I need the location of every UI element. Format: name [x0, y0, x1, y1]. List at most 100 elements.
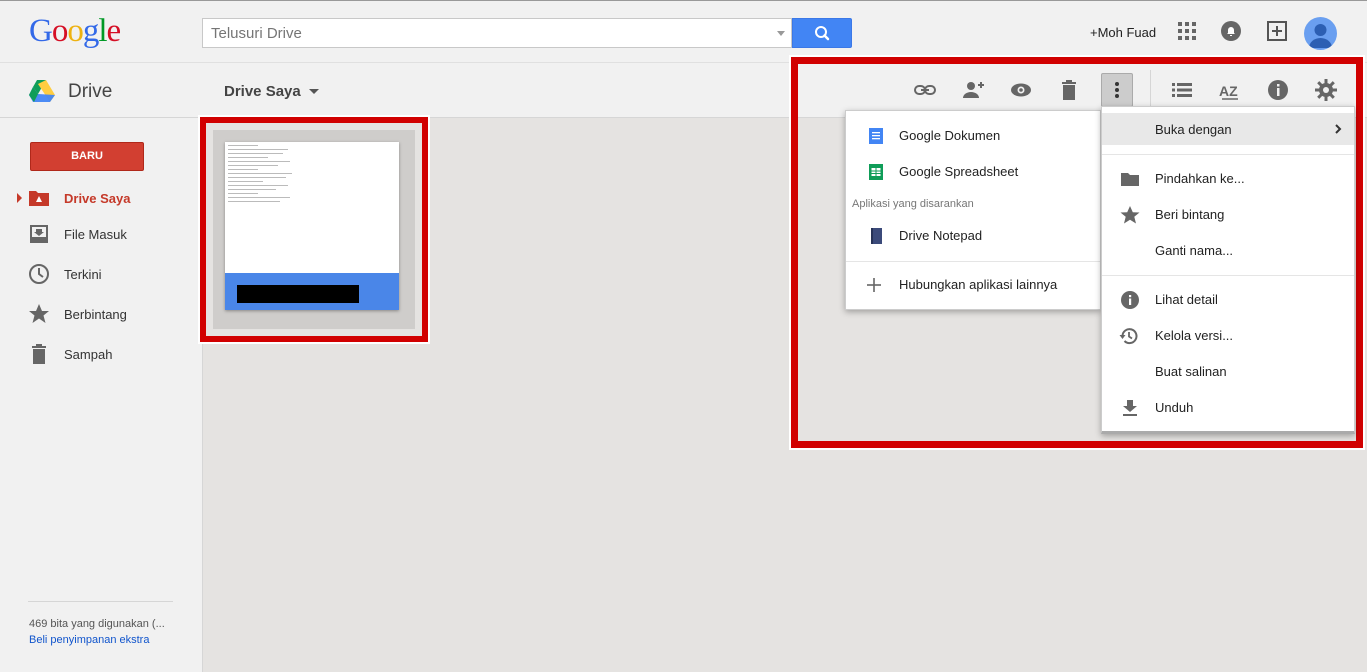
toolbar-divider [1150, 70, 1151, 110]
sidebar-item-label: Terkini [64, 267, 102, 282]
menu-item-label: Kelola versi... [1155, 328, 1234, 343]
menu-item-label: Pindahkan ke... [1155, 171, 1245, 186]
menu-item-view-details[interactable]: Lihat detail [1102, 283, 1354, 315]
search-box [202, 18, 792, 48]
menu-item-label: Google Dokumen [899, 128, 1001, 143]
notepad-icon [871, 228, 882, 244]
divider [28, 601, 173, 602]
file-tile[interactable] [213, 130, 415, 329]
list-view-icon[interactable] [1170, 78, 1194, 102]
menu-item-connect-apps[interactable]: Hubungkan aplikasi lainnya [846, 268, 1100, 300]
menu-item-label: Buka dengan [1155, 122, 1232, 137]
menu-divider [1102, 275, 1354, 276]
menu-item-drive-notepad[interactable]: Drive Notepad [846, 219, 1100, 251]
menu-item-label: Unduh [1155, 400, 1194, 415]
sidebar: BARU Drive Saya File Masuk Terkini Berbi… [0, 118, 203, 672]
logo-letter: e [106, 13, 122, 49]
active-indicator-icon [17, 193, 22, 203]
my-drive-icon [29, 191, 49, 206]
menu-item-label: Beri bintang [1155, 207, 1225, 222]
clock-icon [29, 264, 49, 284]
top-header: Google +Moh Fuad [0, 0, 1367, 62]
folder-icon [1121, 173, 1139, 186]
google-logo[interactable]: Google [29, 13, 122, 50]
menu-item-rename[interactable]: Ganti nama... [1102, 234, 1354, 266]
chevron-down-icon[interactable] [309, 89, 319, 94]
menu-item-label: Lihat detail [1155, 292, 1218, 307]
menu-item-label: Google Spreadsheet [899, 164, 1019, 179]
menu-item-open-with[interactable]: Buka dengan [1102, 113, 1354, 145]
menu-item-star[interactable]: Beri bintang [1102, 198, 1354, 230]
menu-item-make-copy[interactable]: Buat salinan [1102, 355, 1354, 387]
sidebar-item-my-drive[interactable]: Drive Saya [0, 183, 203, 213]
sidebar-item-label: Berbintang [64, 307, 127, 322]
menu-divider [846, 261, 1100, 262]
search-button[interactable] [792, 18, 852, 48]
add-person-icon[interactable] [961, 78, 985, 102]
more-actions-button[interactable] [1101, 73, 1133, 107]
menu-item-label: Ganti nama... [1155, 243, 1234, 258]
sidebar-item-incoming[interactable]: File Masuk [0, 219, 203, 249]
file-thumbnail [225, 142, 399, 310]
more-vert-icon [1115, 82, 1119, 98]
user-silhouette-icon [1309, 24, 1332, 48]
storage-usage-text: 469 bita yang digunakan (... [29, 618, 165, 630]
trash-icon [32, 344, 46, 364]
logo-letter: G [29, 13, 53, 49]
file-tile-highlight [198, 115, 430, 344]
menu-item-download[interactable]: Unduh [1102, 391, 1354, 423]
avatar[interactable] [1304, 17, 1337, 50]
menu-item-label: Drive Notepad [899, 228, 983, 243]
google-sheets-icon [869, 164, 883, 180]
thumbnail-text-lines [228, 145, 298, 205]
menu-item-manage-versions[interactable]: Kelola versi... [1102, 319, 1354, 351]
sort-az-icon[interactable]: AZ [1218, 78, 1242, 102]
apps-grid-icon[interactable] [1175, 19, 1199, 43]
link-icon[interactable] [913, 78, 937, 102]
app-title: Drive [68, 81, 113, 102]
file-name-bar [225, 273, 399, 310]
menu-divider [1102, 154, 1354, 155]
info-icon[interactable] [1266, 78, 1290, 102]
sidebar-item-trash[interactable]: Sampah [0, 339, 203, 369]
incoming-icon [30, 225, 48, 243]
suggested-apps-heading: Aplikasi yang disarankan [852, 198, 974, 210]
drive-logo-icon[interactable] [29, 80, 55, 102]
sidebar-item-starred[interactable]: Berbintang [0, 299, 203, 329]
share-add-icon[interactable] [1265, 19, 1289, 43]
menu-item-google-sheets[interactable]: Google Spreadsheet [846, 155, 1100, 187]
menu-item-label: Buat salinan [1155, 364, 1227, 379]
logo-letter: o [67, 13, 83, 49]
sidebar-item-label: Drive Saya [64, 191, 131, 206]
history-icon [1119, 328, 1138, 345]
user-name-link[interactable]: +Moh Fuad [1090, 25, 1156, 40]
google-docs-icon [869, 128, 883, 144]
star-icon [29, 304, 49, 323]
logo-letter: l [98, 13, 107, 49]
notifications-icon[interactable] [1219, 19, 1243, 43]
preview-eye-icon[interactable] [1009, 78, 1033, 102]
trash-icon[interactable] [1057, 78, 1081, 102]
menu-item-move-to[interactable]: Pindahkan ke... [1102, 162, 1354, 194]
buy-storage-link[interactable]: Beli penyimpanan ekstra [29, 634, 149, 646]
redacted-file-name [237, 285, 359, 303]
chevron-right-icon [1335, 124, 1342, 134]
new-button[interactable]: BARU [30, 142, 144, 171]
more-actions-menu: Buka dengan Pindahkan ke... Beri bintang… [1101, 106, 1355, 434]
svg-text:AZ: AZ [1219, 83, 1238, 99]
search-input[interactable] [203, 19, 763, 47]
open-with-submenu: Google Dokumen Google Spreadsheet Aplika… [845, 110, 1101, 310]
star-icon [1120, 206, 1140, 224]
logo-letter: g [82, 13, 99, 49]
location-dropdown[interactable]: Drive Saya [224, 83, 301, 100]
sidebar-item-label: File Masuk [64, 227, 127, 242]
plus-icon [867, 278, 881, 292]
menu-item-google-docs[interactable]: Google Dokumen [846, 119, 1100, 151]
logo-letter: o [51, 13, 68, 49]
sidebar-item-recent[interactable]: Terkini [0, 259, 203, 289]
search-options-caret-icon[interactable] [777, 31, 785, 36]
menu-item-label: Hubungkan aplikasi lainnya [899, 277, 1058, 292]
download-icon [1123, 400, 1137, 416]
settings-gear-icon[interactable] [1314, 78, 1338, 102]
search-icon [815, 26, 830, 41]
